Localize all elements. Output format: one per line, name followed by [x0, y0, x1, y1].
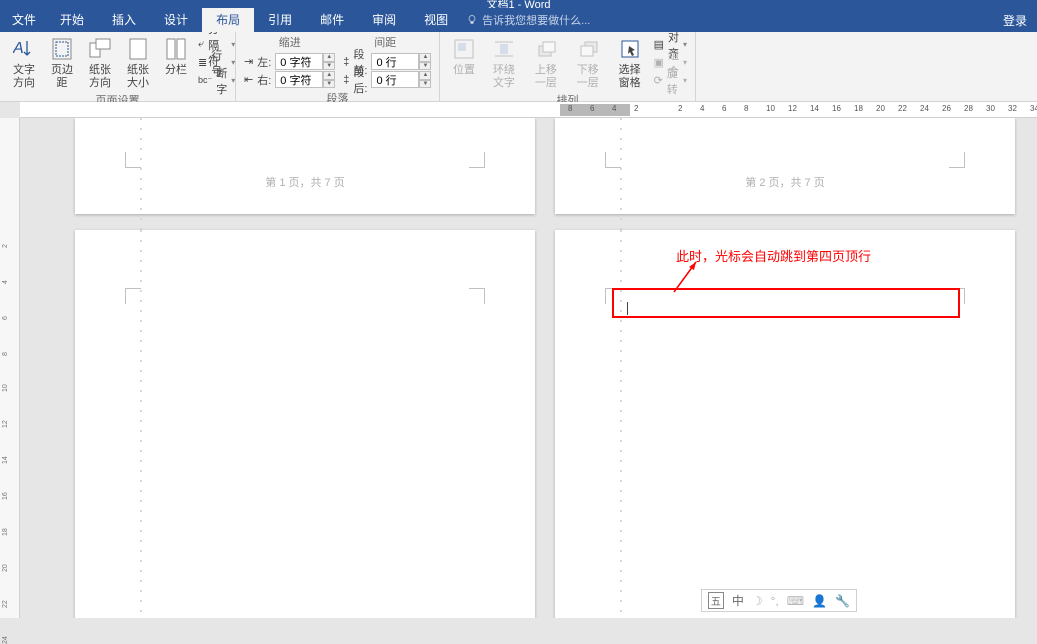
columns-icon: [162, 36, 190, 62]
arrange-small-col: ▤对齐▾ ▣组合▾ ⟳旋转▾: [652, 34, 689, 91]
btn-orientation[interactable]: 纸张方向: [82, 34, 118, 92]
indent-right-icon: ⇤: [244, 73, 253, 86]
ime-status-bar[interactable]: 五 中 ☽ °, ⌨ 👤 🔧: [701, 589, 857, 612]
ruler-numbers: 8642246810121416182022242628303234363842…: [568, 104, 1037, 113]
ribbon: A 文字方向 页边距 纸张方向 纸张大小 分栏 ⤶分隔符▾ ≣行号▾: [0, 32, 1037, 102]
btn-size[interactable]: 纸张大小: [120, 34, 156, 92]
tell-me[interactable]: 告诉我您想要做什么...: [466, 12, 590, 28]
group-icon: ▣: [654, 56, 664, 69]
horizontal-ruler[interactable]: 8642246810121416182022242628303234363842…: [20, 102, 1037, 118]
wrap-text-icon: [490, 36, 518, 62]
indent-right-spin[interactable]: ▲▼: [323, 71, 335, 88]
menu-bar: 文件 开始 插入 设计 布局 引用 邮件 审阅 视图 告诉我您想要做什么... …: [0, 8, 1037, 32]
spacing-before-icon: ‡: [343, 56, 349, 68]
document-workspace[interactable]: 第 1 页，共 7 页 第 2 页，共 7 页 此时，光标会自动跳到第四页顶行 …: [20, 118, 1037, 618]
annotation-arrow-icon: [670, 260, 700, 296]
btn-send-backward: 下移一层: [568, 34, 608, 92]
annotation-box: [612, 288, 960, 318]
page-breaks-col: ⤶分隔符▾ ≣行号▾ bc⁻断字▾: [196, 34, 237, 91]
group-arrange: 位置 环绕文字 上移一层 下移一层 选择窗格 ▤对齐▾ ▣组合▾ ⟳旋转▾: [440, 32, 696, 101]
page-3[interactable]: [75, 230, 535, 618]
indent-left-spin[interactable]: ▲▼: [323, 53, 335, 70]
spacing-after-input[interactable]: [371, 71, 419, 88]
indent-header: 缩进: [242, 34, 338, 50]
corner-icon: [125, 152, 141, 168]
btn-wrap-text: 环绕文字: [484, 34, 524, 92]
hyphenation-icon: bc⁻: [198, 75, 212, 86]
position-icon: [450, 36, 478, 62]
btn-bring-forward: 上移一层: [526, 34, 566, 92]
moon-icon[interactable]: ☽: [752, 594, 763, 608]
align-icon: ▤: [654, 38, 664, 51]
tell-me-text: 告诉我您想要做什么...: [482, 12, 590, 28]
person-icon[interactable]: 👤: [812, 594, 827, 608]
settings-icon[interactable]: 🔧: [835, 594, 850, 608]
corner-icon: [469, 152, 485, 168]
btn-position: 位置: [446, 34, 482, 79]
size-icon: [124, 36, 152, 62]
tab-layout[interactable]: 布局: [202, 8, 254, 32]
title-bar: 文档1 - Word: [0, 0, 1037, 8]
indent-right-input[interactable]: [275, 71, 323, 88]
orientation-icon: [86, 36, 114, 62]
tab-file[interactable]: 文件: [2, 8, 46, 32]
send-backward-icon: [574, 36, 602, 62]
spacing-after-row: ‡ 段后: ▲▼: [343, 71, 431, 88]
tab-mailings[interactable]: 邮件: [306, 8, 358, 32]
tab-references[interactable]: 引用: [254, 8, 306, 32]
btn-text-direction[interactable]: A 文字方向: [6, 34, 42, 92]
login-link[interactable]: 登录: [1003, 12, 1027, 29]
punct-icon[interactable]: °,: [771, 594, 779, 608]
bring-forward-icon: [532, 36, 560, 62]
tab-design[interactable]: 设计: [150, 8, 202, 32]
indent-right-row: ⇤ 右: ▲▼: [244, 71, 335, 88]
btn-margins[interactable]: 页边距: [44, 34, 80, 92]
indent-left-input[interactable]: [275, 53, 323, 70]
group-page-setup: A 文字方向 页边距 纸张方向 纸张大小 分栏 ⤶分隔符▾ ≣行号▾: [0, 32, 236, 101]
spacing-after-icon: ‡: [343, 74, 349, 86]
btn-rotate: ⟳旋转▾: [654, 72, 687, 89]
spacing-before-input[interactable]: [371, 53, 419, 70]
tab-home[interactable]: 开始: [46, 8, 98, 32]
bulb-icon: [466, 14, 478, 26]
tab-insert[interactable]: 插入: [98, 8, 150, 32]
page-1[interactable]: 第 1 页，共 7 页: [75, 118, 535, 214]
corner-icon: [949, 152, 965, 168]
text-direction-icon: A: [10, 36, 38, 62]
margins-icon: [48, 36, 76, 62]
line-numbers-icon: ≣: [198, 56, 207, 69]
page-2[interactable]: 第 2 页，共 7 页: [555, 118, 1015, 214]
page-1-footer: 第 1 页，共 7 页: [265, 174, 344, 190]
btn-columns[interactable]: 分栏: [158, 34, 194, 79]
svg-text:A: A: [13, 40, 24, 57]
indent-left-row: ⇥ 左: ▲▼: [244, 53, 335, 70]
corner-icon: [469, 288, 485, 304]
selection-pane-icon: [616, 36, 644, 62]
keyboard-icon[interactable]: ⌨: [787, 594, 804, 608]
spacing-header: 间距: [338, 34, 434, 50]
group-paragraph: 缩进 间距 ⇥ 左: ▲▼ ⇤ 右: ▲▼: [236, 32, 440, 101]
tab-view[interactable]: 视图: [410, 8, 462, 32]
vertical-ruler[interactable]: 24681012141618202224: [0, 118, 20, 618]
btn-selection-pane[interactable]: 选择窗格: [610, 34, 650, 92]
ime-cn[interactable]: 中: [732, 592, 744, 609]
corner-icon: [125, 288, 141, 304]
rotate-icon: ⟳: [654, 74, 663, 87]
spacing-after-spin[interactable]: ▲▼: [419, 71, 431, 88]
corner-icon: [605, 152, 621, 168]
page-2-footer: 第 2 页，共 7 页: [745, 174, 824, 190]
breaks-icon: ⤶: [198, 38, 204, 51]
spacing-before-spin[interactable]: ▲▼: [419, 53, 431, 70]
tab-review[interactable]: 审阅: [358, 8, 410, 32]
indent-left-icon: ⇥: [244, 55, 253, 68]
annotation-text: 此时，光标会自动跳到第四页顶行: [676, 246, 871, 265]
ime-indicator-icon: 五: [708, 592, 724, 609]
btn-hyphenation[interactable]: bc⁻断字▾: [198, 72, 235, 89]
